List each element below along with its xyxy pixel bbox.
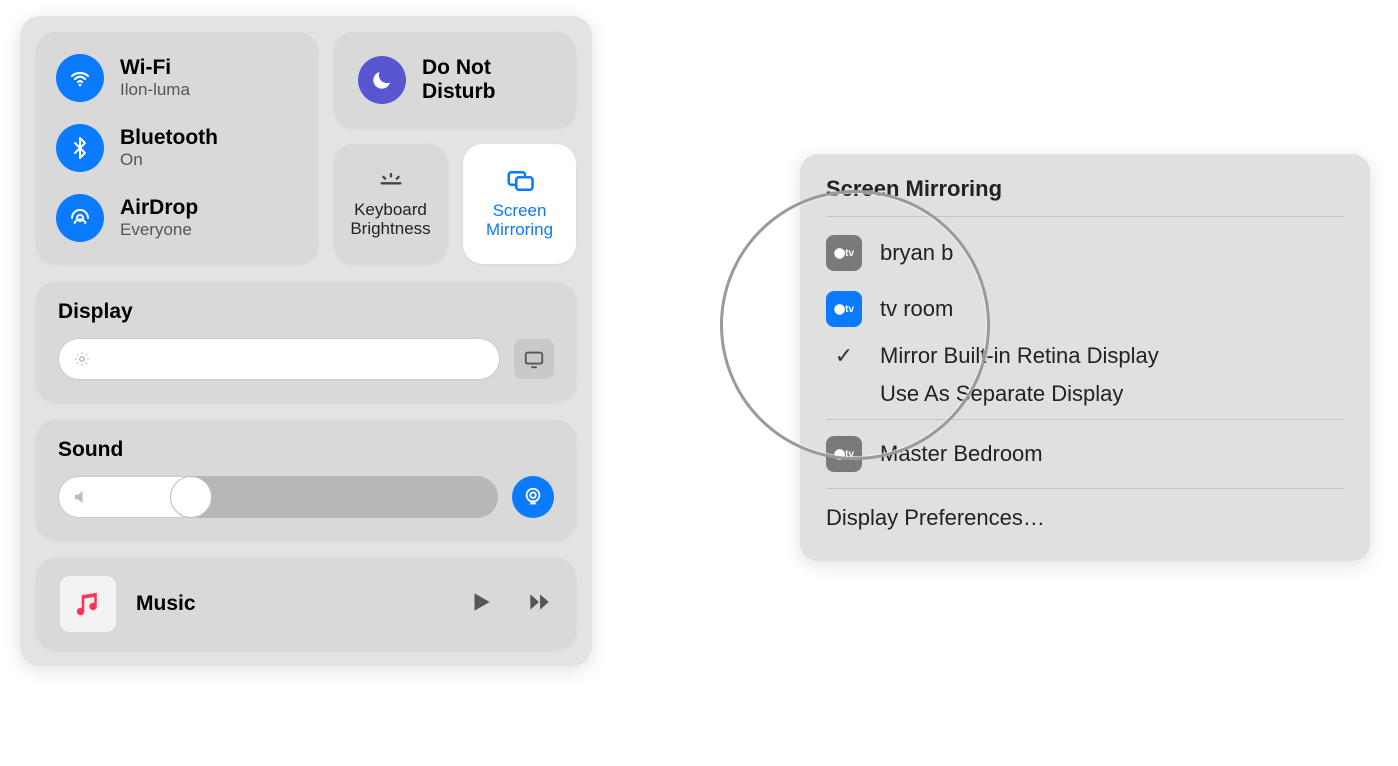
- bluetooth-title: Bluetooth: [120, 126, 218, 150]
- sound-tile-title: Sound: [58, 438, 554, 462]
- keyboard-brightness-button[interactable]: Keyboard Brightness: [334, 144, 447, 264]
- dnd-line2: Disturb: [422, 80, 496, 104]
- speaker-icon: [72, 488, 90, 506]
- music-note-icon: [73, 589, 103, 619]
- display-preferences-label: Display Preferences…: [826, 505, 1045, 531]
- display-preferences-link[interactable]: Display Preferences…: [826, 495, 1344, 541]
- bluetooth-icon: [56, 124, 104, 172]
- display-icon: [523, 348, 545, 370]
- fast-forward-icon: [526, 589, 552, 615]
- bluetooth-toggle[interactable]: Bluetooth On: [56, 124, 298, 172]
- screen-mirroring-label: Screen Mirroring: [486, 202, 553, 239]
- display-brightness-slider[interactable]: [58, 338, 500, 380]
- mirror-builtin-option[interactable]: ✓ Mirror Built-in Retina Display: [826, 337, 1344, 375]
- airdrop-icon: [56, 194, 104, 242]
- airplay-audio-button[interactable]: [512, 476, 554, 518]
- mirroring-device-label: Master Bedroom: [880, 441, 1043, 467]
- play-icon: [468, 589, 494, 615]
- now-playing-title: Music: [136, 592, 436, 616]
- display-tile: Display: [36, 282, 576, 402]
- screen-mirroring-header: Screen Mirroring: [826, 176, 1344, 217]
- wifi-toggle[interactable]: Wi-Fi Ilon-luma: [56, 54, 298, 102]
- control-center-panel: Wi-Fi Ilon-luma Bluetooth On: [20, 16, 592, 666]
- sound-tile: Sound: [36, 420, 576, 540]
- wifi-subtitle: Ilon-luma: [120, 80, 190, 100]
- appletv-icon: ⬤tv: [826, 235, 862, 271]
- do-not-disturb-toggle[interactable]: Do Not Disturb: [334, 32, 576, 128]
- control-center-right-column: Do Not Disturb Keyboard Brightness: [334, 32, 576, 264]
- connectivity-tile: Wi-Fi Ilon-luma Bluetooth On: [36, 32, 318, 264]
- bluetooth-text: Bluetooth On: [120, 126, 218, 170]
- wifi-icon: [56, 54, 104, 102]
- airdrop-title: AirDrop: [120, 196, 198, 220]
- separator: [826, 488, 1344, 489]
- appletv-icon: ⬤tv: [826, 436, 862, 472]
- appletv-icon: ⬤tv: [826, 291, 862, 327]
- wifi-text: Wi-Fi Ilon-luma: [120, 56, 190, 100]
- control-center-top-row: Wi-Fi Ilon-luma Bluetooth On: [36, 32, 576, 264]
- screen-mirroring-button[interactable]: Screen Mirroring: [463, 144, 576, 264]
- mirroring-device-tvroom[interactable]: ⬤tv tv room: [826, 281, 1344, 337]
- keyboard-brightness-icon: [373, 167, 409, 195]
- music-app-icon: [60, 576, 116, 632]
- checkmark-icon: ✓: [826, 343, 862, 369]
- display-options-button[interactable]: [514, 339, 554, 379]
- keyboard-brightness-label: Keyboard Brightness: [350, 201, 430, 238]
- mirroring-device-master-bedroom[interactable]: ⬤tv Master Bedroom: [826, 426, 1344, 482]
- play-button[interactable]: [468, 589, 494, 620]
- mini-tile-row: Keyboard Brightness Screen Mirroring: [334, 144, 576, 264]
- dnd-line1: Do Not: [422, 56, 496, 80]
- now-playing-tile: Music: [36, 558, 576, 650]
- mirroring-device-bryan[interactable]: ⬤tv bryan b: [826, 225, 1344, 281]
- mirroring-device-label: tv room: [880, 296, 953, 322]
- mirroring-device-label: bryan b: [880, 240, 953, 266]
- screen-mirroring-icon: [500, 166, 540, 196]
- separator: [826, 419, 1344, 420]
- airdrop-subtitle: Everyone: [120, 220, 198, 240]
- brightness-low-icon: [73, 350, 91, 368]
- wifi-title: Wi-Fi: [120, 56, 190, 80]
- separate-display-option[interactable]: Use As Separate Display: [826, 375, 1344, 413]
- display-tile-title: Display: [58, 300, 554, 324]
- separate-display-label: Use As Separate Display: [880, 381, 1123, 407]
- next-track-button[interactable]: [526, 589, 552, 620]
- mirror-builtin-label: Mirror Built-in Retina Display: [880, 343, 1159, 369]
- airplay-icon: [522, 486, 544, 508]
- bluetooth-subtitle: On: [120, 150, 218, 170]
- do-not-disturb-label: Do Not Disturb: [422, 56, 496, 104]
- sound-slider-knob[interactable]: [170, 476, 212, 518]
- sound-volume-slider[interactable]: [58, 476, 498, 518]
- screen-mirroring-panel: Screen Mirroring ⬤tv bryan b ⬤tv tv room…: [800, 154, 1370, 561]
- airdrop-text: AirDrop Everyone: [120, 196, 198, 240]
- moon-icon: [358, 56, 406, 104]
- airdrop-toggle[interactable]: AirDrop Everyone: [56, 194, 298, 242]
